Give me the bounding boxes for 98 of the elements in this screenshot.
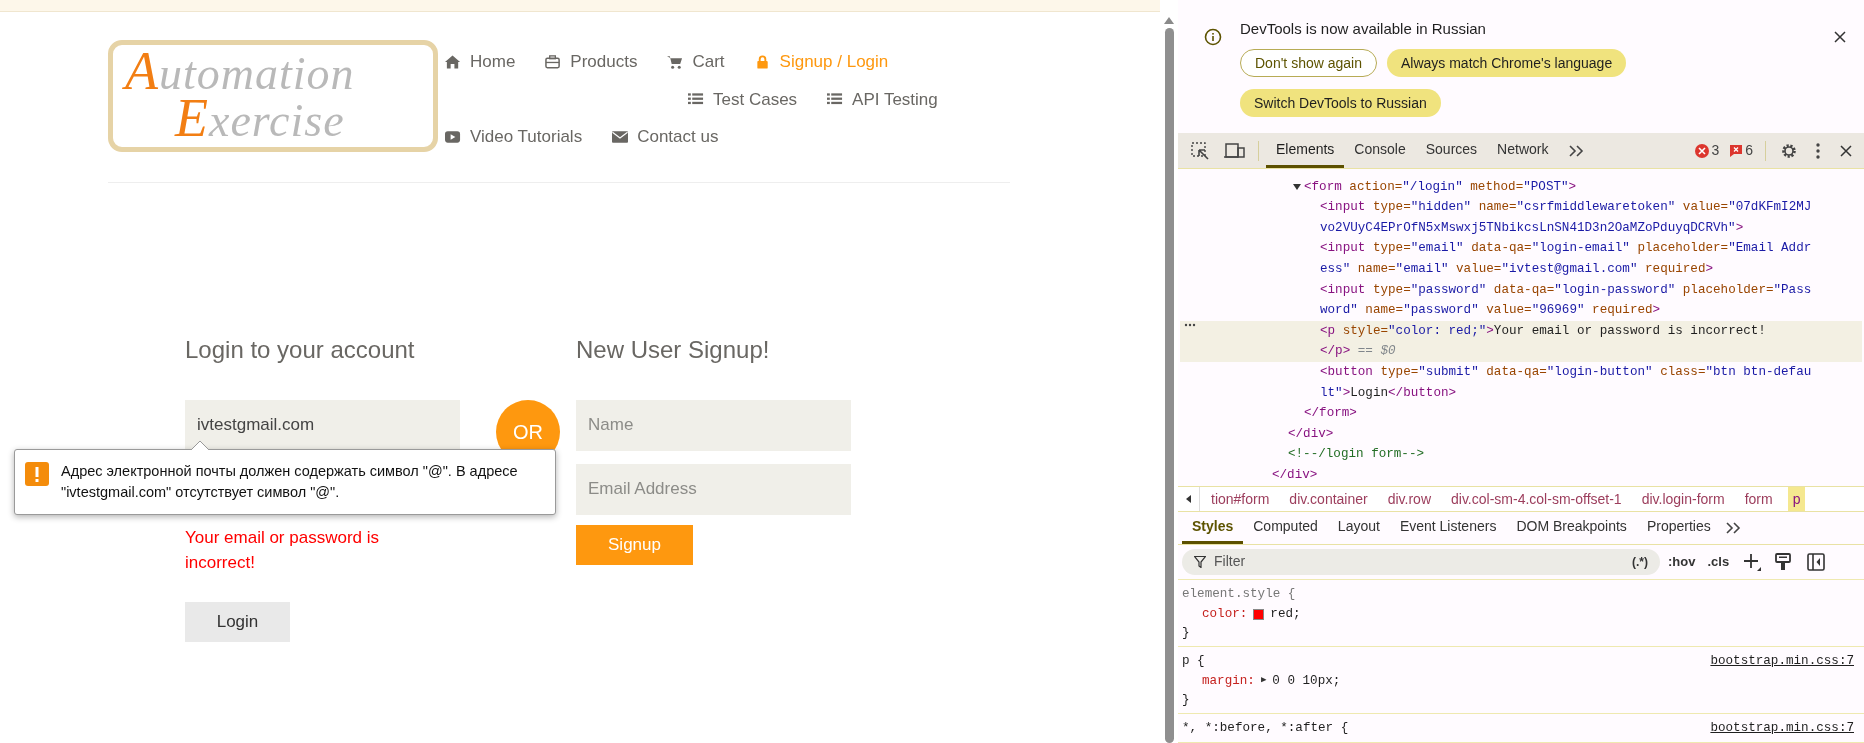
caret-left-icon xyxy=(1186,495,1191,504)
error-icon[interactable] xyxy=(1695,143,1710,158)
css-value: 0 0 10px; xyxy=(1272,672,1341,690)
video-icon xyxy=(445,128,461,145)
panel-tab[interactable]: Console xyxy=(1344,133,1416,168)
nav-link[interactable]: API Testing xyxy=(827,80,938,118)
class-toggle[interactable]: .cls xyxy=(1707,552,1730,572)
settings-icon[interactable] xyxy=(1780,141,1798,160)
breadcrumb[interactable]: div.login-form xyxy=(1636,487,1730,511)
lock-icon xyxy=(754,53,771,70)
breadcrumb[interactable]: div.container xyxy=(1284,487,1373,511)
info-icon xyxy=(1204,28,1222,46)
code-line: <input type="hidden" name="csrfmiddlewaretoken" value="07dKFmI2MJ xyxy=(1320,199,1812,217)
home-icon xyxy=(445,53,461,70)
briefcase-icon xyxy=(545,53,562,70)
close-icon[interactable] xyxy=(1840,144,1852,157)
css-selector: element.style { xyxy=(1182,585,1296,603)
closing-brace: } xyxy=(1182,692,1191,709)
code-line: <input type="email" data-qa="login-email" placeholder="Email Addr xyxy=(1320,240,1812,258)
signup-heading: New User Signup! xyxy=(576,334,771,365)
code-line: <!--/login form--> xyxy=(1288,446,1425,464)
hover-state-toggle[interactable]: :hov xyxy=(1668,552,1696,572)
issue-icon[interactable] xyxy=(1729,143,1744,158)
css-selector: *, *:before, *:after { xyxy=(1182,719,1349,737)
styles-tab[interactable]: Properties xyxy=(1636,511,1721,544)
styles-tab[interactable]: DOM Breakpoints xyxy=(1506,511,1637,544)
selected-row-highlight[interactable]: <p style="color: red;">Your email or password is incorrect! xyxy=(1180,321,1862,342)
more-options-icon[interactable] xyxy=(1816,142,1820,159)
error-count[interactable]: 3 xyxy=(1711,140,1720,162)
code-line: word" name="password" value="96969" required> xyxy=(1320,302,1661,320)
more-tabs-icon[interactable] xyxy=(1568,143,1585,158)
code-line: ess" name="email" value="ivtest@gmail.com" required> xyxy=(1320,261,1714,279)
breadcrumb[interactable]: div.row xyxy=(1382,487,1436,511)
source-link[interactable]: bootstrap.min.css:7 xyxy=(1710,651,1860,671)
inspect-element-icon[interactable] xyxy=(1190,140,1210,161)
email-field[interactable]: Email Address xyxy=(576,463,851,515)
styles-tab[interactable]: Layout xyxy=(1327,511,1390,544)
code-line: <form action="/login" method="POST"> xyxy=(1304,178,1577,196)
filter-icon xyxy=(1194,555,1206,568)
login-heading: Login to your account xyxy=(185,334,416,365)
tooltip-text: Адрес электронной почты должен содержать символ "@". В адресе "ivtestgmail.com" отсутствует символ "@". xyxy=(61,461,519,502)
css-value: red; xyxy=(1270,605,1301,623)
breadcrumb[interactable]: div.col-sm-4.col-sm-offset-1 xyxy=(1446,487,1627,511)
panel-tab[interactable]: Elements xyxy=(1266,133,1345,168)
nav-link[interactable]: Video Tutorials xyxy=(445,118,583,156)
panel-tab[interactable]: Sources xyxy=(1415,133,1488,168)
source-link[interactable]: bootstrap.min.css:7 xyxy=(1710,718,1860,738)
styles-tab[interactable]: Computed xyxy=(1243,511,1328,544)
cart-icon xyxy=(667,53,684,70)
email-field[interactable]: ivtestgmail.com xyxy=(185,399,460,451)
color-swatch[interactable] xyxy=(1253,608,1265,620)
close-icon[interactable] xyxy=(1834,31,1846,43)
code-line: lt">Login</button> xyxy=(1320,384,1457,402)
styles-tab[interactable]: Styles xyxy=(1182,511,1244,544)
sidebar-toggle-icon[interactable] xyxy=(1807,552,1826,571)
nav-link[interactable]: Home xyxy=(445,43,516,81)
infobar-button[interactable]: Always match Chrome's language xyxy=(1386,49,1627,77)
expand-arrow[interactable]: ▶ xyxy=(1260,674,1267,688)
scroll-up-arrow-icon[interactable] xyxy=(1164,17,1174,24)
breadcrumb[interactable]: p xyxy=(1787,487,1806,511)
info-message: DevTools is now available in Russian xyxy=(1240,19,1486,39)
code-line: vo2VUyC4EPrOfN5xMswxj5TNbikcsLnSN41D3n2OaMZoPduyqDCRVh"> xyxy=(1320,219,1744,237)
scrollbar-thumb[interactable] xyxy=(1164,28,1174,743)
css-property: color: xyxy=(1202,605,1248,623)
closing-brace: } xyxy=(1182,625,1191,642)
device-toolbar-icon[interactable] xyxy=(1224,140,1246,161)
regex-toggle[interactable]: (.*) xyxy=(1632,552,1648,571)
infobar-button[interactable]: Switch DevTools to Russian xyxy=(1240,89,1441,117)
error-message: Your email or password is incorrect! xyxy=(185,526,380,574)
code-line: <input type="password" data-qa="login-password" placeholder="Pass xyxy=(1320,281,1812,299)
nav-link[interactable]: Cart xyxy=(667,43,725,81)
login-button[interactable]: Login xyxy=(185,601,290,642)
expand-triangle-icon[interactable] xyxy=(1293,183,1301,190)
code-line: </div> xyxy=(1272,467,1318,484)
selected-row-highlight[interactable]: </p> == $0 xyxy=(1180,341,1862,363)
filter-input[interactable]: Filter xyxy=(1214,551,1624,573)
css-selector: p { xyxy=(1182,652,1205,670)
code-line: </p> == $0 xyxy=(1320,343,1396,361)
code-line: </form> xyxy=(1304,405,1357,423)
nav-link[interactable]: Test Cases xyxy=(688,80,798,118)
code-line: </div> xyxy=(1288,425,1334,443)
issue-count[interactable]: 6 xyxy=(1745,140,1753,162)
code-line: <p style="color: red;">Your email or password is incorrect! xyxy=(1320,322,1766,340)
breadcrumb[interactable]: form xyxy=(1739,487,1778,511)
paint-brush-icon[interactable] xyxy=(1775,552,1792,571)
styles-tab[interactable]: Event Listeners xyxy=(1389,511,1507,544)
css-property: margin: xyxy=(1202,672,1255,690)
envelope-icon xyxy=(612,128,629,145)
nav-link[interactable]: Products xyxy=(545,43,638,81)
code-line: <button type="submit" data-qa="login-button" class="btn btn-defau xyxy=(1320,364,1812,381)
panel-tab[interactable]: Network xyxy=(1487,133,1559,168)
breadcrumb[interactable]: tion#form xyxy=(1206,487,1275,511)
nav-link[interactable]: Contact us xyxy=(612,118,719,156)
more-dots-icon[interactable] xyxy=(1184,323,1196,327)
filter-field[interactable]: Filter (.*) xyxy=(1182,548,1660,575)
add-icon[interactable] xyxy=(1743,552,1762,571)
name-field[interactable]: Name xyxy=(576,399,851,451)
infobar-button[interactable]: Don't show again xyxy=(1240,49,1377,77)
